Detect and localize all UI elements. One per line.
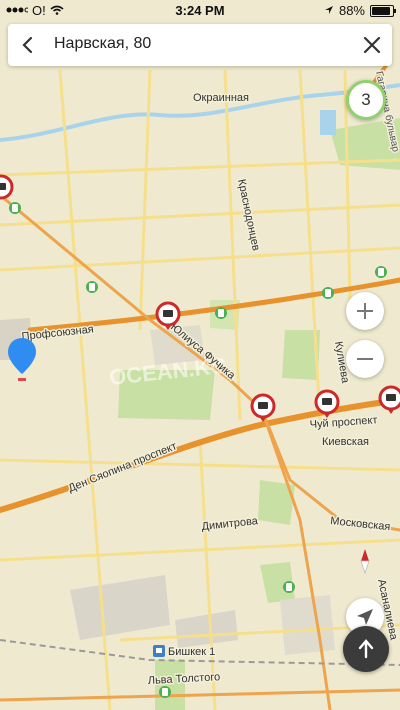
map-canvas[interactable]: OCEAN.KG Окраинная Краснодонцев Профсоюз… — [0, 0, 400, 710]
zoom-in-button[interactable] — [346, 292, 384, 330]
compass-icon[interactable] — [352, 548, 378, 575]
traffic-level-value: 3 — [361, 90, 371, 109]
gas-station-icon — [375, 266, 387, 278]
battery-percent: 88% — [338, 3, 365, 18]
gas-station-icon — [86, 281, 98, 293]
zoom-out-button[interactable] — [346, 340, 384, 378]
arrow-up-icon — [358, 639, 374, 659]
close-icon[interactable] — [360, 33, 384, 57]
train-station-icon — [153, 645, 165, 657]
gas-station-icon — [322, 287, 334, 299]
search-bar[interactable]: Нарвская, 80 — [8, 24, 392, 66]
gas-station-icon — [159, 686, 171, 698]
speed-camera-icon[interactable] — [0, 174, 14, 200]
battery-icon — [370, 4, 396, 17]
street-label-kievskaya: Киевская — [322, 436, 369, 448]
station-label-bishkek1: Бишкек 1 — [168, 646, 215, 658]
location-services-icon — [324, 3, 334, 18]
gas-station-icon — [215, 307, 227, 319]
chevron-left-icon[interactable] — [16, 33, 40, 57]
status-bar: О! 3:24 PM 88% — [0, 0, 400, 20]
traffic-level-button[interactable]: 3 — [346, 80, 386, 120]
navigation-arrow-icon — [357, 609, 373, 625]
plus-icon — [357, 303, 373, 319]
minus-icon — [357, 358, 373, 360]
route-button[interactable] — [343, 626, 389, 672]
street-label-okrainnaya: Окраинная — [193, 92, 249, 104]
gas-station-icon — [283, 581, 295, 593]
gas-station-icon — [9, 202, 21, 214]
search-query[interactable]: Нарвская, 80 — [54, 35, 151, 53]
